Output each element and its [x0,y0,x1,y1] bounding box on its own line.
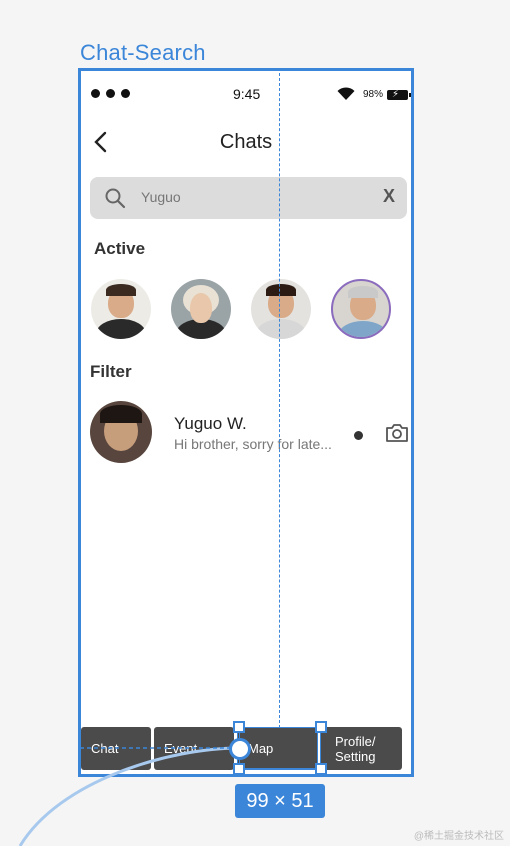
wifi-icon [337,87,355,100]
unread-dot-icon [354,431,363,440]
battery-icon: ⚡ [387,89,411,100]
avatar[interactable] [171,279,231,339]
resize-handle[interactable] [315,721,327,733]
signal-dots-icon [91,89,130,98]
tab-chat[interactable]: Chat [81,727,151,770]
vertical-guide-line [279,68,280,728]
filter-section-title: Filter [90,362,132,381]
connection-knob-icon[interactable] [229,738,251,760]
active-section-title: Active [94,239,146,258]
camera-icon[interactable] [385,423,409,443]
page-title: Chats [219,131,273,153]
resize-handle[interactable] [233,721,245,733]
avatar[interactable] [91,279,151,339]
tab-event[interactable]: Event [154,727,234,770]
resize-handle[interactable] [315,763,327,775]
dimension-badge: 99 × 51 [235,784,325,818]
tab-profile-setting[interactable]: Profile/ Setting [321,727,402,770]
clear-search-button[interactable]: X [383,186,395,207]
list-item[interactable]: Yuguo W. Hi brother, sorry for late... [90,401,410,465]
search-icon [105,188,126,209]
watermark: @稀土掘金技术社区 [413,831,504,842]
tab-profile-label-2: Setting [335,748,376,764]
selection-box [239,727,321,769]
avatar [90,401,152,463]
search-input[interactable]: Yuguo [141,189,181,205]
status-time: 9:45 [233,86,261,102]
chat-contact-name: Yuguo W. [174,414,247,433]
phone-frame: 9:45 98% ⚡ Chats Yuguo X Active Filter Y… [78,68,414,777]
battery-percent: 98% [363,89,384,100]
search-bar[interactable]: Yuguo X [90,177,407,219]
status-bar: 9:45 98% ⚡ [81,85,411,107]
tab-profile-label-1: Profile/ [335,733,376,749]
frame-label: Chat-Search [80,40,206,65]
resize-handle[interactable] [233,763,245,775]
avatar[interactable] [331,279,391,339]
avatar[interactable] [251,279,311,339]
active-avatars-row [91,279,391,339]
chat-message-preview: Hi brother, sorry for late... [174,436,332,452]
